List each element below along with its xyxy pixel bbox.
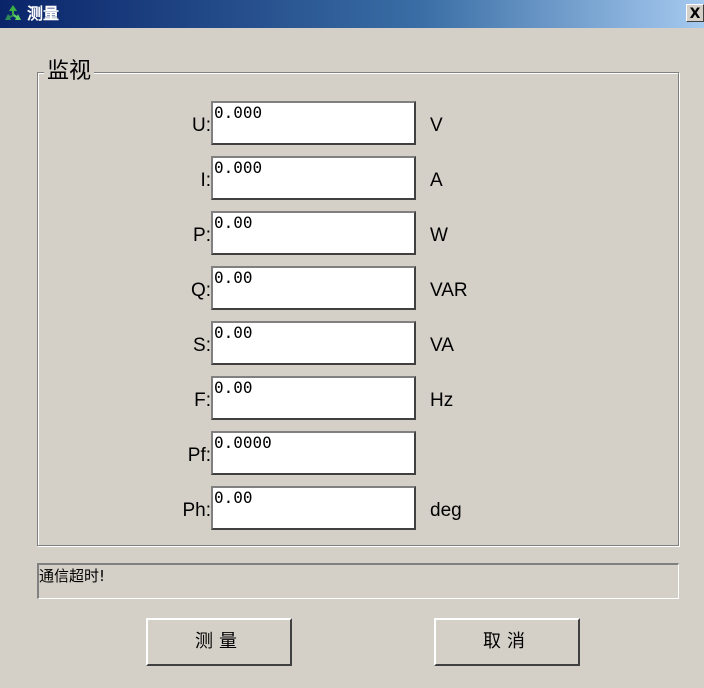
measurement-row-f: F: 0.00 Hz (0, 376, 704, 420)
measurement-row-p: P: 0.00 W (0, 211, 704, 255)
title-bar: 测量 X (0, 0, 704, 28)
measurement-label: Q: (190, 280, 211, 301)
measurement-unit: V (430, 115, 443, 136)
measurement-row-i: I: 0.000 A (0, 156, 704, 200)
measurement-field-u[interactable]: 0.000 (211, 101, 416, 145)
measure-button[interactable]: 测量 (146, 618, 292, 666)
recycle-arrows-icon (2, 3, 24, 25)
measurement-field-ph[interactable]: 0.00 (211, 486, 416, 530)
measurement-field-q[interactable]: 0.00 (211, 266, 416, 310)
measurement-label: P: (193, 225, 211, 246)
window-title: 测量 (27, 4, 60, 23)
measurement-row-u: U: 0.000 V (0, 101, 704, 145)
measurement-unit: VA (430, 335, 454, 356)
monitor-group-label: 监视 (44, 58, 95, 86)
close-button[interactable]: X (686, 4, 704, 22)
measurement-unit: VAR (430, 280, 468, 301)
measurement-label: Pf: (187, 445, 211, 466)
measurement-label: I: (200, 170, 211, 191)
status-bar: 通信超时! (37, 563, 679, 599)
measurement-unit: W (430, 225, 448, 246)
measurement-row-s: S: 0.00 VA (0, 321, 704, 365)
measurement-unit: Hz (430, 390, 454, 411)
measurement-unit: deg (430, 500, 462, 521)
measurement-label: U: (192, 115, 211, 136)
measurement-row-q: Q: 0.00 VAR (0, 266, 704, 310)
cancel-button[interactable]: 取消 (434, 618, 580, 666)
measurement-unit: A (430, 170, 443, 191)
measurement-label: S: (193, 335, 211, 356)
measurement-row-ph: Ph: 0.00 deg (0, 486, 704, 530)
measurement-field-p[interactable]: 0.00 (211, 211, 416, 255)
measurement-field-s[interactable]: 0.00 (211, 321, 416, 365)
measurement-field-i[interactable]: 0.000 (211, 156, 416, 200)
measurement-field-pf[interactable]: 0.0000 (211, 431, 416, 475)
measurement-row-pf: Pf: 0.0000 (0, 431, 704, 475)
measurement-label: Ph: (182, 500, 211, 521)
measurement-field-f[interactable]: 0.00 (211, 376, 416, 420)
measurement-label: F: (194, 390, 211, 411)
